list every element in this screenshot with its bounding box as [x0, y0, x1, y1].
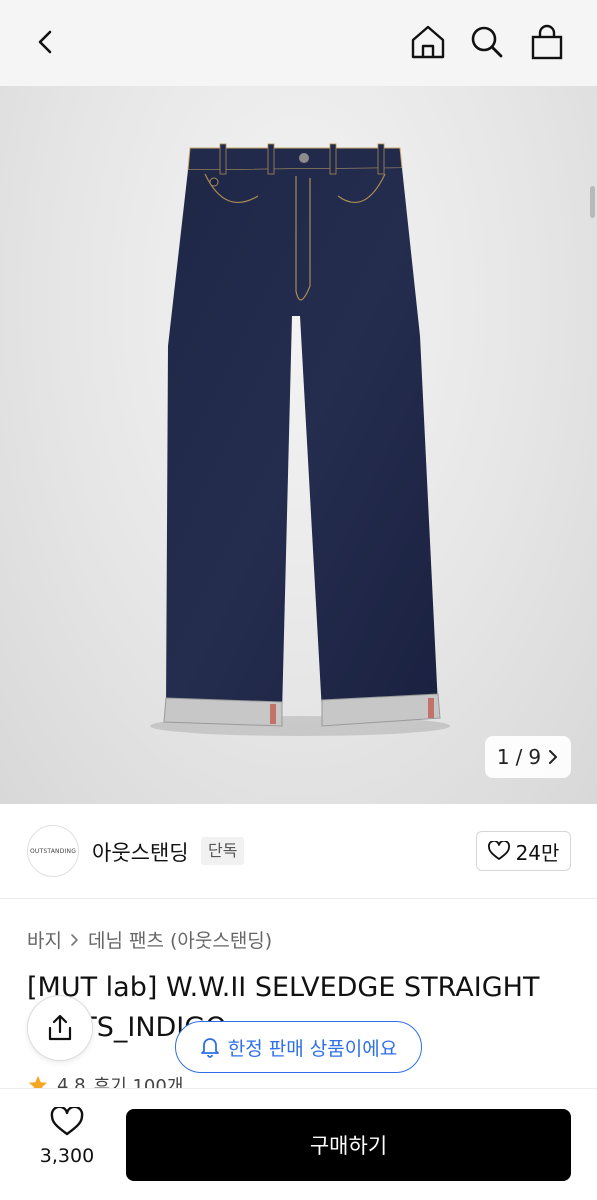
breadcrumb-category[interactable]: 바지 — [27, 926, 62, 953]
heart-icon — [487, 841, 510, 860]
search-icon — [471, 26, 503, 58]
exclusive-badge: 단독 — [201, 837, 245, 865]
chevron-left-icon — [38, 30, 52, 54]
breadcrumb-subcategory[interactable]: 데님 팬츠 (아웃스탠딩) — [88, 926, 272, 953]
share-button[interactable] — [27, 995, 93, 1061]
pager-separator: / — [515, 745, 523, 769]
back-button[interactable] — [24, 20, 68, 64]
product-image — [150, 143, 450, 736]
limited-sale-label: 한정 판매 상품이에요 — [227, 1037, 398, 1060]
share-icon — [48, 1014, 72, 1041]
brand-like-count: 24만 — [515, 840, 560, 865]
wishlist-count: 3,300 — [39, 1145, 95, 1167]
top-bar — [0, 0, 597, 86]
scrollbar[interactable] — [590, 186, 595, 218]
home-icon — [411, 25, 445, 59]
pager-total: 9 — [528, 745, 542, 769]
pager-current: 1 — [496, 745, 510, 769]
bell-icon — [200, 1038, 219, 1058]
product-image-gallery[interactable] — [0, 86, 597, 804]
image-pager[interactable]: 1 / 9 — [485, 736, 571, 778]
cart-button[interactable] — [525, 20, 569, 64]
brand-logo-text: OUTSTANDING — [29, 847, 77, 855]
wishlist-button[interactable]: 3,300 — [30, 1107, 104, 1183]
home-button[interactable] — [406, 20, 450, 64]
search-button[interactable] — [465, 20, 509, 64]
heart-icon — [50, 1107, 84, 1136]
shopping-bag-icon — [531, 24, 563, 60]
brand-name[interactable]: 아웃스탠딩 — [92, 837, 189, 867]
breadcrumb: 바지 데님 팬츠 (아웃스탠딩) — [27, 926, 272, 953]
chevron-right-icon — [71, 933, 78, 946]
brand-like-button[interactable]: 24만 — [476, 831, 571, 871]
bottom-action-bar: 3,300 구매하기 — [0, 1088, 597, 1200]
chevron-right-icon — [549, 750, 558, 764]
buy-button[interactable]: 구매하기 — [126, 1109, 571, 1181]
limited-sale-notice: 한정 판매 상품이에요 — [175, 1021, 422, 1073]
brand-logo[interactable]: OUTSTANDING — [27, 825, 79, 877]
brand-row: OUTSTANDING 아웃스탠딩 단독 24만 — [0, 804, 597, 899]
